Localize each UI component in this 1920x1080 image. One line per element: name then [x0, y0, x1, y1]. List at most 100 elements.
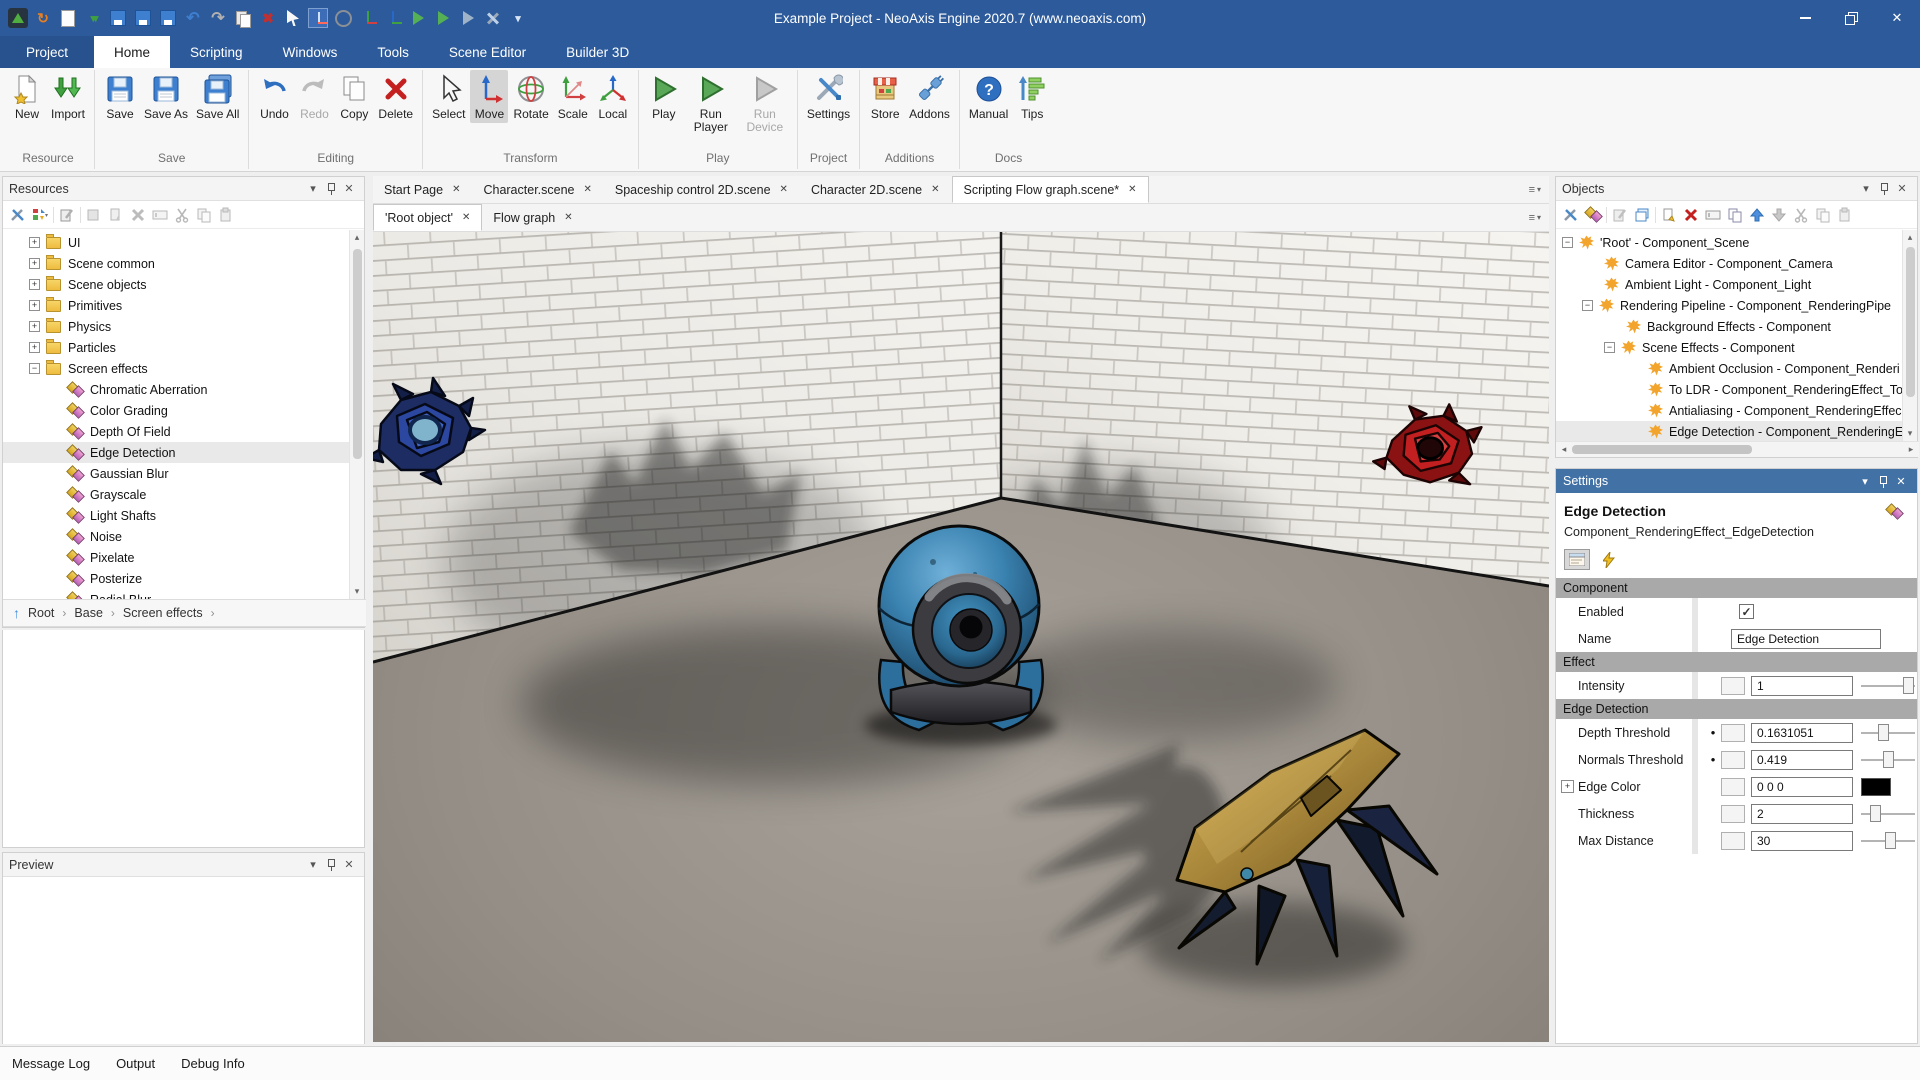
max-distance-field[interactable]: 30	[1751, 831, 1853, 851]
tree-item-particles[interactable]: +Particles	[3, 337, 350, 358]
import-button[interactable]: Import	[48, 70, 88, 123]
properties-view-button[interactable]	[1564, 549, 1590, 570]
objects-settings-icon[interactable]	[1562, 206, 1580, 224]
expander-icon[interactable]: +	[29, 342, 40, 353]
panel-caret-icon[interactable]: ▾	[1857, 180, 1875, 198]
tab-spaceship-control-2d[interactable]: Spaceship control 2D.scene✕	[604, 176, 800, 203]
object-item-edge-detection[interactable]: Edge Detection - Component_RenderingE	[1556, 421, 1903, 441]
tab-output[interactable]: Output	[116, 1056, 155, 1071]
scroll-up-icon[interactable]: ▴	[350, 230, 364, 245]
tree-item-ui[interactable]: +UI	[3, 232, 350, 253]
settings-button[interactable]: Settings	[804, 70, 853, 123]
scroll-right-icon[interactable]: ▸	[1903, 444, 1919, 455]
resources-display-options-icon[interactable]	[31, 206, 49, 224]
settings-tools-icon[interactable]	[483, 8, 503, 28]
menu-tab-windows[interactable]: Windows	[263, 36, 358, 68]
panel-close-icon[interactable]: ✕	[340, 180, 358, 198]
default-value-button[interactable]	[1721, 778, 1745, 796]
objects-vscrollbar[interactable]: ▴ ▾	[1902, 230, 1917, 441]
restore-button[interactable]	[1828, 0, 1874, 36]
expander-icon[interactable]: +	[29, 258, 40, 269]
save-as-button[interactable]: Save As	[141, 70, 191, 123]
tree-item-pixelate[interactable]: Pixelate	[3, 547, 350, 568]
default-value-button[interactable]	[1721, 751, 1745, 769]
undo-button[interactable]: Undo	[255, 70, 293, 123]
scroll-left-icon[interactable]: ◂	[1556, 444, 1572, 455]
tree-item-gaussian-blur[interactable]: Gaussian Blur	[3, 463, 350, 484]
menu-tab-scene-editor[interactable]: Scene Editor	[429, 36, 546, 68]
tree-item-light-shafts[interactable]: Light Shafts	[3, 505, 350, 526]
edge-color-swatch[interactable]	[1861, 778, 1891, 796]
normals-threshold-slider[interactable]	[1861, 750, 1915, 770]
menu-tab-project[interactable]: Project	[0, 36, 94, 68]
expand-property-icon[interactable]: +	[1561, 780, 1574, 793]
tab-root-object[interactable]: 'Root object'✕	[373, 204, 482, 231]
rotate-button[interactable]: Rotate	[510, 70, 551, 123]
run-player-button[interactable]: Run Player	[685, 70, 737, 136]
close-tab-icon[interactable]: ✕	[584, 184, 592, 195]
objects-hscrollbar[interactable]: ◂ ▸	[1556, 441, 1919, 457]
run-player-icon[interactable]	[433, 8, 453, 28]
rotate-tool-icon[interactable]	[333, 8, 353, 28]
expander-icon[interactable]: +	[29, 321, 40, 332]
resources-settings-icon[interactable]	[9, 206, 27, 224]
enabled-checkbox[interactable]: ✓	[1739, 604, 1754, 619]
play-button[interactable]: Play	[645, 70, 683, 123]
panel-pin-icon[interactable]	[322, 180, 340, 198]
scale-button[interactable]: Scale	[554, 70, 592, 123]
object-item-background-effects[interactable]: Background Effects - Component	[1556, 316, 1903, 337]
tab-list-menu-icon[interactable]: ≡▾	[1529, 204, 1549, 231]
tree-item-primitives[interactable]: +Primitives	[3, 295, 350, 316]
save-as-icon[interactable]	[133, 8, 153, 28]
tab-start-page[interactable]: Start Page✕	[373, 176, 472, 203]
new-file-icon[interactable]	[58, 8, 78, 28]
local-button[interactable]: Local	[594, 70, 632, 123]
delete-icon[interactable]: ✖	[258, 8, 278, 28]
menu-tab-builder-3d[interactable]: Builder 3D	[546, 36, 649, 68]
default-value-button[interactable]	[1721, 805, 1745, 823]
close-tab-icon[interactable]: ✕	[780, 184, 788, 195]
copy-button[interactable]: Copy	[335, 70, 373, 123]
tab-flow-graph[interactable]: Flow graph✕	[482, 204, 584, 231]
objects-move-up-icon[interactable]	[1748, 206, 1766, 224]
thickness-slider[interactable]	[1861, 804, 1915, 824]
object-item-scene-effects[interactable]: −Scene Effects - Component	[1556, 337, 1903, 358]
object-item-to-ldr[interactable]: To LDR - Component_RenderingEffect_To	[1556, 379, 1903, 400]
normals-threshold-field[interactable]: 0.419	[1751, 750, 1853, 770]
breadcrumb-base[interactable]: Base	[74, 606, 103, 620]
tab-scripting-flow-graph[interactable]: Scripting Flow graph.scene*✕	[952, 176, 1149, 203]
objects-display-icon[interactable]	[1584, 206, 1602, 224]
save-all-icon[interactable]	[158, 8, 178, 28]
tab-character-2d[interactable]: Character 2D.scene✕	[800, 176, 952, 203]
delete-button[interactable]: Delete	[375, 70, 416, 123]
objects-window-icon[interactable]	[1633, 206, 1651, 224]
tree-item-depth-of-field[interactable]: Depth Of Field	[3, 421, 350, 442]
panel-caret-icon[interactable]: ▾	[304, 180, 322, 198]
menu-tab-home[interactable]: Home	[94, 36, 170, 68]
object-item-root[interactable]: −'Root' - Component_Scene	[1556, 232, 1903, 253]
object-item-ambient-occlusion[interactable]: Ambient Occlusion - Component_Renderi	[1556, 358, 1903, 379]
object-item-antialiasing[interactable]: Antialiasing - Component_RenderingEffec	[1556, 400, 1903, 421]
scroll-up-icon[interactable]: ▴	[1903, 230, 1917, 245]
menu-tab-tools[interactable]: Tools	[357, 36, 429, 68]
expander-icon[interactable]: +	[29, 237, 40, 248]
store-button[interactable]: Store	[866, 70, 904, 123]
expander-icon[interactable]: −	[1604, 342, 1615, 353]
tree-item-radial-blur[interactable]: Radial Blur	[3, 589, 350, 599]
panel-caret-icon[interactable]: ▾	[304, 856, 322, 874]
select-button[interactable]: Select	[429, 70, 468, 123]
save-icon[interactable]	[108, 8, 128, 28]
intensity-slider[interactable]	[1861, 676, 1915, 696]
tree-item-color-grading[interactable]: Color Grading	[3, 400, 350, 421]
expander-icon[interactable]: +	[29, 279, 40, 290]
copy-icon[interactable]	[233, 8, 253, 28]
addons-button[interactable]: Addons	[906, 70, 953, 123]
menu-tab-scripting[interactable]: Scripting	[170, 36, 263, 68]
panel-caret-icon[interactable]: ▾	[1856, 472, 1874, 490]
scroll-down-icon[interactable]: ▾	[1903, 426, 1917, 441]
breadcrumb-screen-effects[interactable]: Screen effects	[123, 606, 203, 620]
expander-icon[interactable]: −	[1562, 237, 1573, 248]
max-distance-slider[interactable]	[1861, 831, 1915, 851]
default-value-button[interactable]	[1721, 677, 1745, 695]
tab-character-scene[interactable]: Character.scene✕	[472, 176, 603, 203]
